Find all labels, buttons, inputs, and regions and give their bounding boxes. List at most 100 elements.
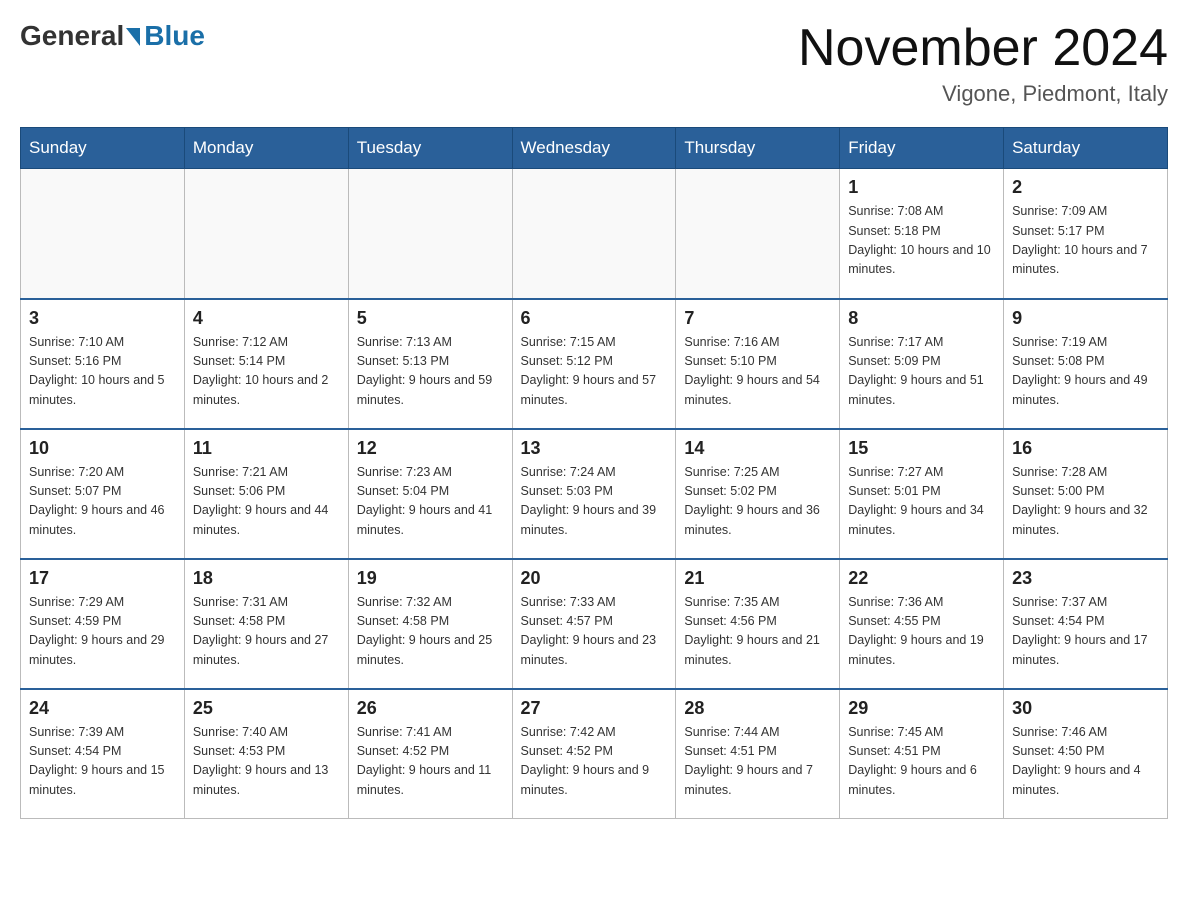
table-row: 14 Sunrise: 7:25 AMSunset: 5:02 PMDayligh… (676, 429, 840, 559)
table-row: 10Sunrise: 7:20 AMSunset: 5:07 PMDayligh… (21, 429, 185, 559)
col-monday: Monday (184, 128, 348, 169)
week-row-3: 10Sunrise: 7:20 AMSunset: 5:07 PMDayligh… (21, 429, 1168, 559)
day-info: Sunrise: 7:24 AMSunset: 5:03 PMDaylight:… (521, 463, 668, 541)
day-info: Sunrise: 7:37 AMSunset: 4:54 PMDaylight:… (1012, 593, 1159, 671)
day-info: Sunrise: 7:29 AMSunset: 4:59 PMDaylight:… (29, 593, 176, 671)
logo: GeneralBlue (20, 20, 205, 48)
table-row: 23 Sunrise: 7:37 AMSunset: 4:54 PMDayligh… (1004, 559, 1168, 689)
day-number: 23 (1012, 568, 1159, 589)
table-row: 7Sunrise: 7:16 AMSunset: 5:10 PMDaylight… (676, 299, 840, 429)
table-row: 20Sunrise: 7:33 AMSunset: 4:57 PMDayligh… (512, 559, 676, 689)
day-number: 28 (684, 698, 831, 719)
day-number: 26 (357, 698, 504, 719)
table-row: 30Sunrise: 7:46 AMSunset: 4:50 PMDayligh… (1004, 689, 1168, 819)
day-number: 27 (521, 698, 668, 719)
table-row (512, 169, 676, 299)
day-number: 12 (357, 438, 504, 459)
page-header: General Blue November 2024 Vigone, Piedmo… (20, 20, 1168, 107)
table-row: 12 Sunrise: 7:23 AMSunset: 5:04 PMDayligh… (348, 429, 512, 559)
table-row: 13 Sunrise: 7:24 AMSunset: 5:03 PMDayligh… (512, 429, 676, 559)
day-number: 21 (684, 568, 831, 589)
table-row: 24Sunrise: 7:39 AMSunset: 4:54 PMDayligh… (21, 689, 185, 819)
table-row: 2 Sunrise: 7:09 AMSunset: 5:17 PMDaylight… (1004, 169, 1168, 299)
table-row: 6 Sunrise: 7:15 AMSunset: 5:12 PMDaylight… (512, 299, 676, 429)
col-wednesday: Wednesday (512, 128, 676, 169)
table-row: 28 Sunrise: 7:44 AMSunset: 4:51 PMDayligh… (676, 689, 840, 819)
table-row: 21 Sunrise: 7:35 AMSunset: 4:56 PMDayligh… (676, 559, 840, 689)
table-row: 18 Sunrise: 7:31 AMSunset: 4:58 PMDayligh… (184, 559, 348, 689)
day-info: Sunrise: 7:12 AMSunset: 5:14 PMDaylight:… (193, 333, 340, 411)
day-number: 2 (1012, 177, 1159, 198)
table-row (676, 169, 840, 299)
day-number: 19 (357, 568, 504, 589)
day-info: Sunrise: 7:15 AMSunset: 5:12 PMDaylight:… (521, 333, 668, 411)
calendar-subtitle: Vigone, Piedmont, Italy (798, 81, 1168, 107)
day-info: Sunrise: 7:40 AMSunset: 4:53 PMDaylight:… (193, 723, 340, 801)
day-number: 17 (29, 568, 176, 589)
day-number: 13 (521, 438, 668, 459)
day-info: Sunrise: 7:42 AMSunset: 4:52 PMDaylight:… (521, 723, 668, 801)
day-number: 22 (848, 568, 995, 589)
table-row: 25 Sunrise: 7:40 AMSunset: 4:53 PMDayligh… (184, 689, 348, 819)
table-row: 16 Sunrise: 7:28 AMSunset: 5:00 PMDayligh… (1004, 429, 1168, 559)
calendar-title: November 2024 (798, 20, 1168, 77)
table-row (184, 169, 348, 299)
day-number: 18 (193, 568, 340, 589)
table-row: 3 Sunrise: 7:10 AMSunset: 5:16 PMDaylight… (21, 299, 185, 429)
day-number: 9 (1012, 308, 1159, 329)
day-info: Sunrise: 7:45 AMSunset: 4:51 PMDaylight:… (848, 723, 995, 801)
calendar-header-row: Sunday Monday Tuesday Wednesday Thursday… (21, 128, 1168, 169)
table-row: 17 Sunrise: 7:29 AMSunset: 4:59 PMDayligh… (21, 559, 185, 689)
table-row: 26 Sunrise: 7:41 AMSunset: 4:52 PMDayligh… (348, 689, 512, 819)
day-number: 8 (848, 308, 995, 329)
day-number: 5 (357, 308, 504, 329)
table-row: 27 Sunrise: 7:42 AMSunset: 4:52 PMDayligh… (512, 689, 676, 819)
day-info: Sunrise: 7:36 AMSunset: 4:55 PMDaylight:… (848, 593, 995, 671)
logo-arrow-icon (126, 28, 140, 46)
day-number: 10 (29, 438, 176, 459)
col-sunday: Sunday (21, 128, 185, 169)
day-number: 25 (193, 698, 340, 719)
day-number: 11 (193, 438, 340, 459)
day-number: 4 (193, 308, 340, 329)
day-info: Sunrise: 7:27 AMSunset: 5:01 PMDaylight:… (848, 463, 995, 541)
day-number: 1 (848, 177, 995, 198)
week-row-5: 24Sunrise: 7:39 AMSunset: 4:54 PMDayligh… (21, 689, 1168, 819)
day-info: Sunrise: 7:33 AMSunset: 4:57 PMDaylight:… (521, 593, 668, 671)
table-row: 29Sunrise: 7:45 AMSunset: 4:51 PMDayligh… (840, 689, 1004, 819)
day-info: Sunrise: 7:44 AMSunset: 4:51 PMDaylight:… (684, 723, 831, 801)
week-row-1: 1Sunrise: 7:08 AMSunset: 5:18 PMDaylight… (21, 169, 1168, 299)
day-info: Sunrise: 7:35 AMSunset: 4:56 PMDaylight:… (684, 593, 831, 671)
col-thursday: Thursday (676, 128, 840, 169)
logo-general-text: General Blue (20, 20, 205, 52)
day-info: Sunrise: 7:09 AMSunset: 5:17 PMDaylight:… (1012, 202, 1159, 280)
day-number: 14 (684, 438, 831, 459)
table-row: 9Sunrise: 7:19 AMSunset: 5:08 PMDaylight… (1004, 299, 1168, 429)
calendar-table: Sunday Monday Tuesday Wednesday Thursday… (20, 127, 1168, 819)
col-tuesday: Tuesday (348, 128, 512, 169)
day-info: Sunrise: 7:28 AMSunset: 5:00 PMDaylight:… (1012, 463, 1159, 541)
day-info: Sunrise: 7:39 AMSunset: 4:54 PMDaylight:… (29, 723, 176, 801)
table-row: 11 Sunrise: 7:21 AMSunset: 5:06 PMDayligh… (184, 429, 348, 559)
day-info: Sunrise: 7:31 AMSunset: 4:58 PMDaylight:… (193, 593, 340, 671)
day-number: 6 (521, 308, 668, 329)
logo-blue-label: Blue (144, 20, 205, 52)
day-info: Sunrise: 7:17 AMSunset: 5:09 PMDaylight:… (848, 333, 995, 411)
table-row: 8 Sunrise: 7:17 AMSunset: 5:09 PMDaylight… (840, 299, 1004, 429)
table-row: 1Sunrise: 7:08 AMSunset: 5:18 PMDaylight… (840, 169, 1004, 299)
logo-general-label: General (20, 20, 124, 52)
table-row: 19Sunrise: 7:32 AMSunset: 4:58 PMDayligh… (348, 559, 512, 689)
day-info: Sunrise: 7:23 AMSunset: 5:04 PMDaylight:… (357, 463, 504, 541)
table-row (348, 169, 512, 299)
day-info: Sunrise: 7:41 AMSunset: 4:52 PMDaylight:… (357, 723, 504, 801)
day-number: 3 (29, 308, 176, 329)
week-row-4: 17 Sunrise: 7:29 AMSunset: 4:59 PMDayligh… (21, 559, 1168, 689)
day-number: 16 (1012, 438, 1159, 459)
day-info: Sunrise: 7:21 AMSunset: 5:06 PMDaylight:… (193, 463, 340, 541)
day-info: Sunrise: 7:25 AMSunset: 5:02 PMDaylight:… (684, 463, 831, 541)
col-saturday: Saturday (1004, 128, 1168, 169)
table-row: 22 Sunrise: 7:36 AMSunset: 4:55 PMDayligh… (840, 559, 1004, 689)
table-row: 15Sunrise: 7:27 AMSunset: 5:01 PMDayligh… (840, 429, 1004, 559)
day-number: 30 (1012, 698, 1159, 719)
day-info: Sunrise: 7:10 AMSunset: 5:16 PMDaylight:… (29, 333, 176, 411)
